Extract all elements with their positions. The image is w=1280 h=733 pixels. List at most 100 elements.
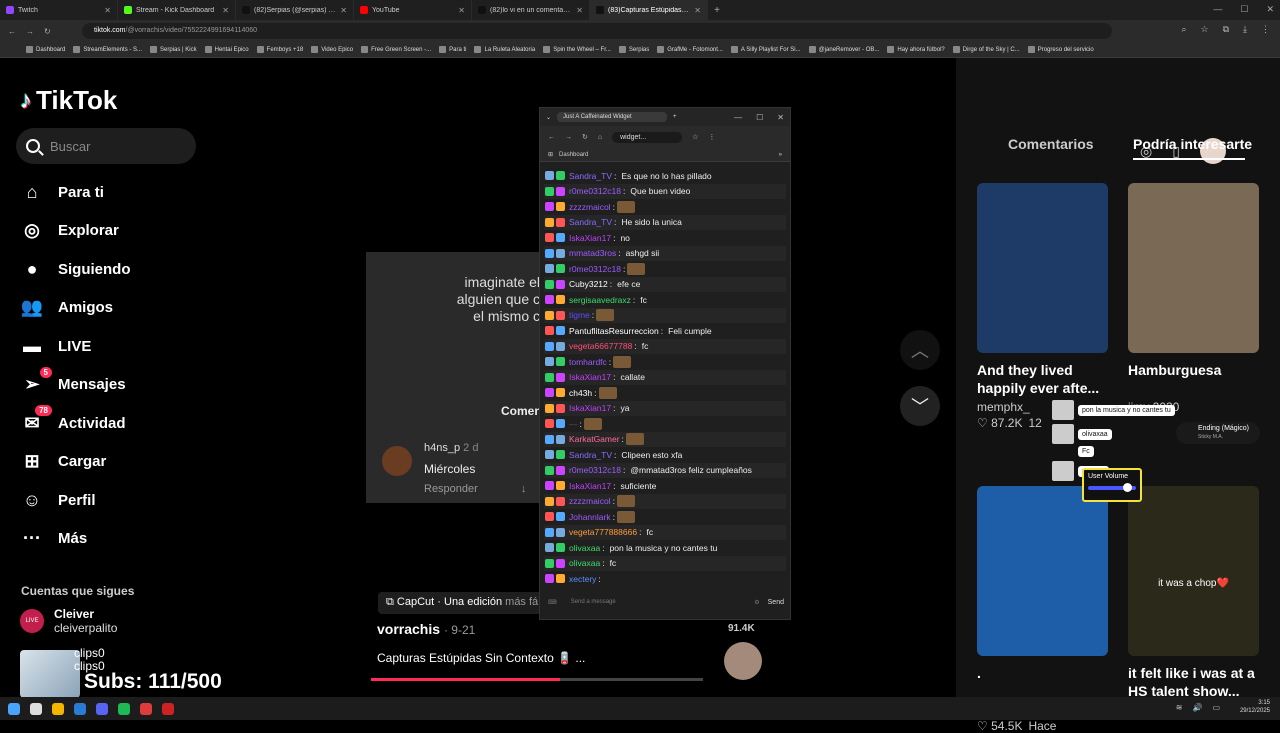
bookmark-item[interactable]: Femboys +18: [256, 46, 303, 53]
battery-icon[interactable]: ▭: [1212, 703, 1220, 712]
taskbar-app-icon[interactable]: [30, 702, 42, 715]
tab-close-icon[interactable]: ✕: [694, 6, 701, 15]
prev-video-button[interactable]: ︿: [900, 330, 940, 370]
video-thumbnail[interactable]: it was a chop❤️: [1128, 486, 1259, 656]
chat-username[interactable]: IskaXian17: [569, 372, 611, 382]
chat-username[interactable]: sergisaavedraxz: [569, 295, 631, 305]
nav-item-siguiendo[interactable]: ● Siguiendo: [20, 250, 131, 289]
chat-username[interactable]: mmatad3ros: [569, 248, 616, 258]
avatar[interactable]: [382, 446, 412, 476]
chat-username[interactable]: IskaXian17: [569, 481, 611, 491]
video-progress-bar[interactable]: [371, 678, 703, 681]
nav-item-actividad[interactable]: ✉ 78 Actividad: [20, 404, 131, 443]
chat-username[interactable]: Sandra_TV: [569, 171, 612, 181]
close-icon[interactable]: ✕: [777, 113, 784, 122]
chat-username[interactable]: tomhardfc: [569, 357, 607, 367]
taskbar-app-icon[interactable]: [52, 702, 64, 715]
user-volume-widget[interactable]: User Volume: [1082, 468, 1142, 502]
chat-username[interactable]: xectery: [569, 574, 596, 584]
widget-tab[interactable]: Just A Caffeinated Widget: [557, 112, 668, 122]
browser-tab[interactable]: (83)Capturas Estúpidas: Un Análisis✕: [590, 0, 708, 20]
close-icon[interactable]: ✕: [1266, 4, 1274, 15]
chat-username[interactable]: IskaXian17: [569, 233, 611, 243]
chat-username[interactable]: KarkatGamer: [569, 434, 620, 444]
nav-item-más[interactable]: ··· Más: [20, 520, 131, 559]
widget-url[interactable]: widget...: [612, 131, 683, 143]
bookmark-item[interactable]: Free Green Screen -...: [361, 46, 431, 53]
chat-username[interactable]: vegeta66677788: [569, 341, 632, 351]
chat-username[interactable]: r0me0312c18: [569, 465, 621, 475]
chat-username[interactable]: Sandra_TV: [569, 217, 612, 227]
search-input[interactable]: Buscar: [16, 128, 196, 164]
author-avatar[interactable]: [724, 642, 762, 680]
nav-item-para-ti[interactable]: ⌂ Para ti: [20, 173, 131, 212]
bookmark-item[interactable]: Progreso del servicio: [1027, 46, 1094, 53]
chat-username[interactable]: r0me0312c18: [569, 264, 621, 274]
forward-icon[interactable]: →: [565, 134, 572, 141]
video-author[interactable]: vorrachis · 9-21: [377, 621, 475, 637]
back-icon[interactable]: ←: [548, 134, 555, 141]
chevron-right-icon[interactable]: »: [779, 152, 782, 158]
reload-icon[interactable]: ↻: [44, 27, 51, 36]
chat-mode-icon[interactable]: ⌨: [548, 599, 557, 606]
bookmark-item[interactable]: Serpias | Kick: [150, 46, 197, 53]
nav-item-live[interactable]: ▬ LIVE: [20, 327, 131, 366]
system-clock[interactable]: 3:15 29/12/2025: [1240, 699, 1270, 715]
chat-username[interactable]: Johannlark: [569, 512, 611, 522]
chat-username[interactable]: tigme: [569, 310, 590, 320]
chat-username[interactable]: olivaxaa: [569, 558, 600, 568]
back-icon[interactable]: ←: [8, 27, 16, 36]
bookmark-item[interactable]: StreamElements - S...: [73, 46, 142, 53]
nav-item-amigos[interactable]: 👥 Amigos: [20, 289, 131, 328]
bookmark-item[interactable]: Dirge of the Sky | C...: [952, 46, 1020, 53]
tab-suggested[interactable]: Podría interesarte: [1133, 136, 1252, 152]
tab-close-icon[interactable]: ✕: [576, 6, 583, 15]
bookmark-item[interactable]: Hentai Epico: [204, 46, 249, 53]
nav-item-mensajes[interactable]: ➢ 5 Mensajes: [20, 366, 131, 405]
video-thumbnail[interactable]: [1128, 183, 1259, 353]
apps-icon[interactable]: ⊞: [548, 151, 553, 158]
nav-item-explorar[interactable]: ◎ Explorar: [20, 212, 131, 251]
suggested-video-card[interactable]: And they lived happily ever afte... memph…: [977, 183, 1108, 430]
tab-close-icon[interactable]: ✕: [458, 6, 465, 15]
chat-username[interactable]: ch43h: [569, 388, 592, 398]
taskbar-app-icon[interactable]: [162, 702, 174, 715]
chat-input[interactable]: ⌨ Send a message ⚙ Send: [548, 592, 784, 612]
suggested-video-card[interactable]: Hamburguesajimy 2030: [1128, 183, 1259, 414]
suggested-video-card[interactable]: it was a chop❤️ it felt like i was at a H…: [1128, 486, 1259, 717]
menu-icon[interactable]: ⋮: [1261, 24, 1270, 35]
bookmark-item[interactable]: La Ruleta Aleatoria: [474, 46, 535, 53]
new-tab-icon[interactable]: +: [708, 5, 726, 16]
nav-item-cargar[interactable]: ⊞ Cargar: [20, 443, 131, 482]
settings-icon[interactable]: ⚙: [754, 599, 759, 606]
wifi-icon[interactable]: ≋: [1176, 703, 1183, 712]
video-thumbnail[interactable]: [977, 486, 1108, 656]
new-tab-icon[interactable]: +: [673, 114, 677, 120]
url-field[interactable]: tiktok.com/@vorrachis/video/755222499169…: [82, 23, 1112, 39]
star-icon[interactable]: ☆: [692, 133, 698, 141]
bookmark-item[interactable]: Dashboard: [26, 46, 65, 53]
window-controls[interactable]: — ☐ ✕: [1213, 4, 1274, 15]
volume-slider[interactable]: [1088, 483, 1136, 492]
chat-log[interactable]: Sandra_TV: Es que no lo has pillado r0me03…: [544, 168, 786, 586]
chat-username[interactable]: r0me0312c18: [569, 186, 621, 196]
browser-tab[interactable]: Stream - Kick Dashboard ✕: [118, 0, 236, 20]
suggested-video-card[interactable]: .serkanlifnf♡ 54.5KHace: [977, 486, 1108, 733]
bookmark-item[interactable]: Para ti: [439, 46, 466, 53]
bookmark-item[interactable]: @janeRemover - OB...: [808, 46, 879, 53]
taskbar-app-icon[interactable]: [140, 702, 152, 715]
menu-icon[interactable]: ⋮: [708, 133, 715, 141]
followed-account[interactable]: LIVE Cleiver cleiverpalito: [20, 607, 117, 635]
send-button[interactable]: Send: [768, 599, 784, 606]
taskbar-app-icon[interactable]: [96, 702, 108, 715]
tab-list-icon[interactable]: ⌄: [546, 114, 551, 121]
chat-username[interactable]: zzzzmaicol: [569, 496, 611, 506]
chat-username[interactable]: zzzzmaicol: [569, 202, 611, 212]
tab-close-icon[interactable]: ✕: [104, 6, 111, 15]
chat-username[interactable]: IskaXian17: [569, 403, 611, 413]
chat-username[interactable]: olivaxaa: [569, 543, 600, 553]
taskbar-app-icon[interactable]: [74, 702, 86, 715]
minimize-icon[interactable]: —: [734, 113, 742, 122]
browser-tab[interactable]: Twitch ✕: [0, 0, 118, 20]
taskbar-app-icon[interactable]: [8, 702, 20, 715]
